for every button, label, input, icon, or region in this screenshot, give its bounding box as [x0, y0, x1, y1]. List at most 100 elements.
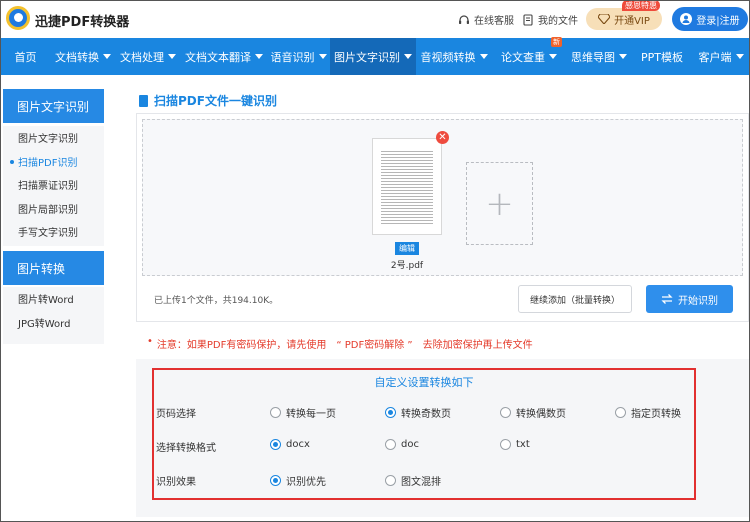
nav-item-10[interactable]: 客户端	[692, 38, 750, 75]
plus-icon: +	[485, 183, 514, 224]
sidebar-group-ocr: 图片文字识别 扫描PDF识别 扫描票证识别 图片局部识别 手写文字识别	[3, 126, 104, 246]
user-icon	[680, 13, 693, 25]
radio-unchecked-icon[interactable]	[385, 439, 396, 450]
radio-option[interactable]: 转换偶数页	[500, 405, 566, 420]
sidebar-item[interactable]: 扫描票证识别	[3, 173, 104, 197]
nav-item-8[interactable]: 思维导图	[566, 38, 632, 75]
file-icon	[523, 13, 533, 26]
customer-service-link[interactable]: 在线客服	[458, 12, 514, 27]
main-nav: 首页 文档转换 文档处理 文档文本翻译 语音识别 图片文字识别 音视频转换 论文查重新思维导图…	[0, 37, 750, 75]
radio-checked-icon[interactable]	[270, 475, 281, 486]
nav-item-0[interactable]: 首页	[0, 38, 51, 75]
radio-checked-icon[interactable]	[385, 407, 396, 418]
radio-label: doc	[401, 439, 419, 450]
app-logo-icon[interactable]	[6, 6, 30, 30]
upload-card: ✕ 编辑 2号.pdf + 已上传1个文件，共194.10K。 继续添加（批量转…	[136, 113, 749, 322]
recognition-effect-label: 识别效果	[156, 477, 196, 488]
login-label: 登录|注册	[696, 15, 740, 27]
nav-item-label: 图片文字识别	[334, 50, 400, 64]
radio-option[interactable]: 图文混排	[385, 473, 441, 488]
nav-item-6[interactable]: 音视频转换	[416, 38, 492, 75]
vip-promo-badge: 感恩特惠	[622, 0, 660, 11]
sidebar-item[interactable]: JPG转Word	[3, 311, 104, 335]
nav-item-4[interactable]: 语音识别	[267, 38, 330, 75]
remove-file-icon[interactable]: ✕	[436, 131, 449, 144]
start-recognition-button[interactable]: 开始识别	[646, 285, 733, 313]
note-suffix: 去除加密保护再上传文件	[422, 340, 533, 351]
diamond-icon	[598, 14, 611, 24]
document-icon	[139, 94, 148, 107]
chevron-down-icon	[549, 54, 557, 59]
my-files-label: 我的文件	[538, 16, 578, 27]
nav-item-9[interactable]: PPT模板	[632, 38, 692, 75]
continue-add-button[interactable]: 继续添加（批量转换）	[518, 285, 632, 313]
vip-button[interactable]: 开通VIP	[586, 8, 662, 30]
chevron-down-icon	[255, 54, 263, 59]
sidebar-item[interactable]: 扫描PDF识别	[3, 150, 104, 174]
nav-item-7[interactable]: 论文查重新	[492, 37, 566, 75]
brand-name[interactable]: 迅捷PDF转换器	[35, 11, 129, 30]
radio-unchecked-icon[interactable]	[500, 407, 511, 418]
radio-option[interactable]: docx	[270, 439, 310, 450]
chevron-down-icon	[318, 54, 327, 59]
pdf-unlock-link[interactable]: “ PDF密码解除 ”	[336, 336, 412, 351]
radio-option[interactable]: 转换每一页	[270, 405, 336, 420]
new-badge: 新	[551, 37, 562, 47]
radio-label: 转换奇数页	[401, 409, 451, 420]
nav-item-label: 文档处理	[120, 50, 164, 64]
top-header: 迅捷PDF转换器 在线客服 我的文件 开通VIP 感恩特惠 登录|注册	[0, 0, 750, 38]
password-note: • 注意：如果PDF有密码保护，请先使用 “ PDF密码解除 ” 去除加密保护再…	[147, 336, 533, 351]
nav-item-3[interactable]: 文档文本翻译	[181, 38, 267, 75]
file-thumbnail[interactable]	[372, 138, 442, 235]
chevron-down-icon	[168, 54, 176, 59]
radio-option[interactable]: txt	[500, 439, 530, 450]
nav-item-label: 思维导图	[571, 50, 615, 64]
nav-item-label: 首页	[14, 50, 37, 64]
sidebar-item[interactable]: 图片文字识别	[3, 126, 104, 150]
upload-dropzone[interactable]: ✕ 编辑 2号.pdf +	[142, 119, 743, 276]
sidebar-item[interactable]: 图片转Word	[3, 287, 104, 311]
nav-item-label: PPT模板	[641, 50, 683, 64]
thumbnail-text-lines	[381, 149, 433, 225]
radio-label: txt	[516, 439, 530, 450]
convert-icon	[661, 294, 673, 304]
file-name: 2号.pdf	[390, 261, 424, 271]
radio-label: 指定页转换	[631, 409, 681, 420]
sidebar-item[interactable]: 手写文字识别	[3, 220, 104, 244]
chevron-down-icon	[404, 54, 412, 59]
radio-unchecked-icon[interactable]	[270, 407, 281, 418]
nav-item-2[interactable]: 文档处理	[115, 38, 181, 75]
radio-option[interactable]: doc	[385, 439, 419, 450]
headset-icon	[459, 14, 469, 24]
my-files-link[interactable]: 我的文件	[522, 12, 578, 27]
radio-label: 转换偶数页	[516, 409, 566, 420]
sidebar-group-ocr-title[interactable]: 图片文字识别	[3, 89, 104, 123]
add-file-button[interactable]: +	[466, 162, 533, 245]
sidebar-item[interactable]: 图片局部识别	[3, 197, 104, 221]
upload-status: 已上传1个文件，共194.10K。	[154, 296, 279, 306]
radio-checked-icon[interactable]	[270, 439, 281, 450]
edit-file-button[interactable]: 编辑	[395, 242, 419, 255]
login-button[interactable]: 登录|注册	[672, 7, 748, 31]
nav-item-1[interactable]: 文档转换	[51, 38, 115, 75]
radio-unchecked-icon[interactable]	[500, 439, 511, 450]
sidebar-group-image-convert-title[interactable]: 图片转换	[3, 251, 104, 285]
nav-item-label: 音视频转换	[420, 50, 476, 64]
radio-option[interactable]: 指定页转换	[615, 405, 681, 420]
chevron-down-icon	[619, 54, 627, 59]
radio-label: 识别优先	[286, 477, 326, 488]
nav-item-5[interactable]: 图片文字识别	[330, 38, 416, 75]
nav-item-label: 文档转换	[55, 50, 99, 64]
page-title-text: 扫描PDF文件一键识别	[154, 94, 277, 108]
nav-item-label: 语音识别	[270, 50, 315, 64]
radio-unchecked-icon[interactable]	[615, 407, 626, 418]
start-recognition-label: 开始识别	[678, 295, 718, 307]
customer-service-label: 在线客服	[474, 16, 514, 27]
radio-label: 图文混排	[401, 477, 441, 488]
nav-item-label: 文档文本翻译	[185, 50, 251, 64]
radio-unchecked-icon[interactable]	[385, 475, 396, 486]
radio-option[interactable]: 识别优先	[270, 473, 326, 488]
format-selection-label: 选择转换格式	[156, 443, 216, 454]
page-title: 扫描PDF文件一键识别	[139, 92, 277, 109]
radio-option[interactable]: 转换奇数页	[385, 405, 451, 420]
